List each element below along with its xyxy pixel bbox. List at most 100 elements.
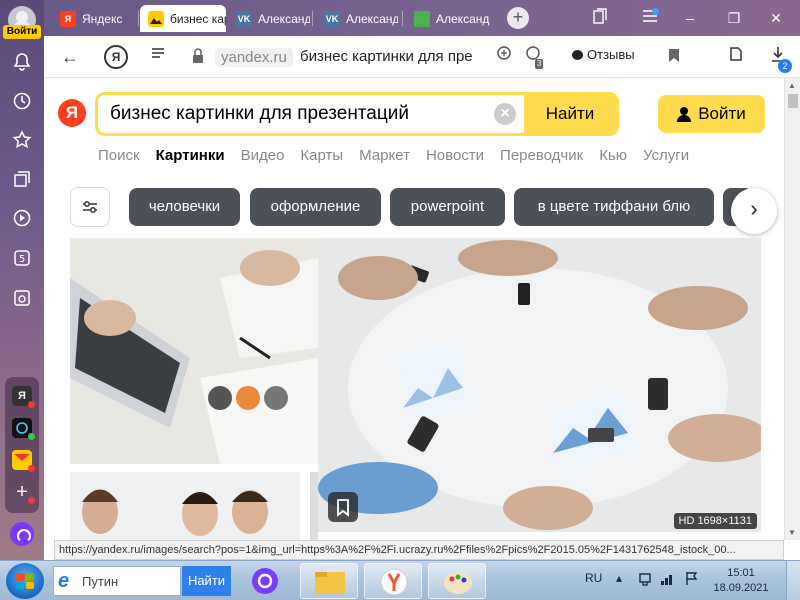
minimize-icon[interactable]: –: [680, 8, 700, 28]
extension-icon[interactable]: [724, 45, 748, 69]
folder-icon: [315, 572, 345, 594]
tab-bar: Я Яндекс бизнес картинки для презентаций…: [44, 0, 800, 36]
address-bar: ← Я yandex.ru бизнес картинки для презен…: [44, 36, 800, 78]
service-uslugi[interactable]: Услуги: [643, 147, 689, 164]
taskbar-search-box[interactable]: e Путин: [53, 566, 181, 596]
tab-images-search[interactable]: бизнес картинки для презентаций: [140, 5, 226, 32]
video-play-icon[interactable]: [10, 206, 34, 230]
tab-yandex[interactable]: Я Яндекс: [52, 5, 136, 32]
service-maps[interactable]: Карты: [300, 147, 343, 164]
yandex-logo[interactable]: Я: [58, 99, 86, 127]
login-button[interactable]: Войти: [658, 95, 765, 133]
service-news[interactable]: Новости: [426, 147, 484, 164]
user-icon: [677, 106, 692, 122]
add-app-icon[interactable]: +: [12, 481, 35, 504]
taskbar-paint[interactable]: [428, 563, 486, 599]
sidebar-apps-panel: Я +: [5, 377, 39, 513]
tray-expand-icon[interactable]: ▴: [616, 571, 622, 585]
chip-1[interactable]: человечки: [129, 188, 240, 226]
restore-icon[interactable]: ❐: [724, 8, 744, 28]
service-video[interactable]: Видео: [241, 147, 285, 164]
result-image-laptop[interactable]: [70, 238, 318, 464]
taskbar-alice-icon[interactable]: [250, 566, 280, 596]
chip-4[interactable]: в цвете тиффани блю: [514, 188, 714, 226]
scroll-up-arrow[interactable]: ▲: [788, 81, 796, 90]
search-submit-button[interactable]: Найти: [524, 95, 616, 133]
downloads-icon[interactable]: 2: [766, 45, 792, 73]
start-button[interactable]: [6, 563, 44, 599]
translate-icon[interactable]: [492, 45, 516, 69]
page-scrollbar[interactable]: ▲ ▼: [784, 78, 800, 540]
sidebar-login-button[interactable]: Войти: [3, 25, 41, 39]
yandex-home-button[interactable]: Я: [104, 45, 128, 69]
alice-station-icon[interactable]: [12, 418, 35, 440]
taskbar-search-button[interactable]: Найти: [182, 566, 231, 596]
tab-manager-icon[interactable]: [590, 8, 610, 28]
search-results-page: Я бизнес картинки для презентаций × Найт…: [44, 78, 784, 540]
windows-taskbar: e Путин Найти RU ▴ 15:01 18.09.2021: [0, 560, 800, 600]
taskbar-file-explorer[interactable]: [300, 563, 358, 599]
language-indicator[interactable]: RU: [585, 571, 602, 585]
service-translate[interactable]: Переводчик: [500, 147, 583, 164]
reader-icon[interactable]: [146, 45, 170, 69]
chip-3[interactable]: powerpoint: [390, 188, 505, 226]
service-search[interactable]: Поиск: [98, 147, 140, 164]
service-market[interactable]: Маркет: [359, 147, 410, 164]
yandex-browser-icon: [380, 568, 408, 596]
svg-text:5: 5: [19, 254, 25, 265]
taskbar-yandex-browser[interactable]: [364, 563, 422, 599]
bookmark-icon[interactable]: [662, 45, 686, 69]
screenshot-icon[interactable]: [10, 286, 34, 310]
result-image-partial[interactable]: [310, 472, 318, 540]
system-clock[interactable]: 15:01 18.09.2021: [706, 566, 776, 596]
network-icon[interactable]: [638, 570, 654, 589]
bookmark-icon: [337, 499, 349, 517]
close-icon[interactable]: ✕: [766, 8, 786, 28]
collections-icon[interactable]: [10, 167, 34, 191]
service-q[interactable]: Кью: [599, 147, 627, 164]
signal-icon[interactable]: [660, 570, 676, 589]
zen-icon[interactable]: 5: [10, 246, 34, 270]
taskbar-search-input[interactable]: Путин: [82, 574, 118, 589]
show-desktop-button[interactable]: [786, 561, 800, 600]
search-input[interactable]: бизнес картинки для презентаций: [110, 95, 490, 133]
history-icon[interactable]: [10, 89, 34, 113]
scrollbar-thumb[interactable]: [788, 94, 798, 108]
new-tab-button[interactable]: +: [507, 7, 529, 29]
url-page-title[interactable]: бизнес картинки для презентаций: [300, 48, 472, 65]
filter-settings-button[interactable]: [70, 187, 110, 227]
reviews-button[interactable]: Отзывы: [572, 47, 635, 62]
chat-bubble-icon: [572, 49, 583, 60]
yandex-app-icon[interactable]: Я: [12, 386, 35, 408]
tab-vk-2[interactable]: VK Александр: [316, 5, 398, 32]
result-image-team-table[interactable]: HD 1698×1131: [318, 238, 761, 532]
refine-chips: человечки оформление powerpoint в цвете …: [70, 187, 784, 234]
flag-icon[interactable]: [684, 570, 700, 589]
lock-icon[interactable]: [192, 48, 204, 64]
back-arrow-icon[interactable]: ←: [58, 45, 82, 69]
ie-icon: e: [58, 570, 70, 592]
yandex-icon: Я: [60, 10, 76, 27]
chip-2[interactable]: оформление: [250, 188, 381, 226]
service-images[interactable]: Картинки: [156, 147, 225, 164]
clear-search-icon[interactable]: ×: [494, 103, 516, 125]
alice-assistant-icon[interactable]: [10, 522, 34, 546]
result-image-people[interactable]: [70, 472, 300, 540]
chips-next-button[interactable]: ›: [731, 188, 777, 234]
images-icon: [148, 10, 164, 27]
protect-shield-icon[interactable]: 3: [522, 45, 546, 69]
menu-icon[interactable]: [640, 8, 660, 28]
scroll-down-arrow[interactable]: ▼: [788, 528, 796, 537]
star-icon[interactable]: [10, 128, 34, 152]
palette-icon: [444, 572, 472, 594]
sliders-icon: [83, 201, 97, 213]
save-image-button[interactable]: [328, 492, 358, 522]
vk-icon: VK: [324, 10, 340, 27]
windows-logo-icon: [16, 573, 34, 589]
bell-icon[interactable]: [10, 50, 34, 74]
search-box: бизнес картинки для презентаций × Найти: [95, 92, 619, 136]
url-domain[interactable]: yandex.ru: [215, 48, 293, 67]
tab-vk-1[interactable]: VK Александр: [228, 5, 310, 32]
tab-green[interactable]: Александр: [406, 5, 490, 32]
mail-icon[interactable]: [12, 450, 35, 472]
